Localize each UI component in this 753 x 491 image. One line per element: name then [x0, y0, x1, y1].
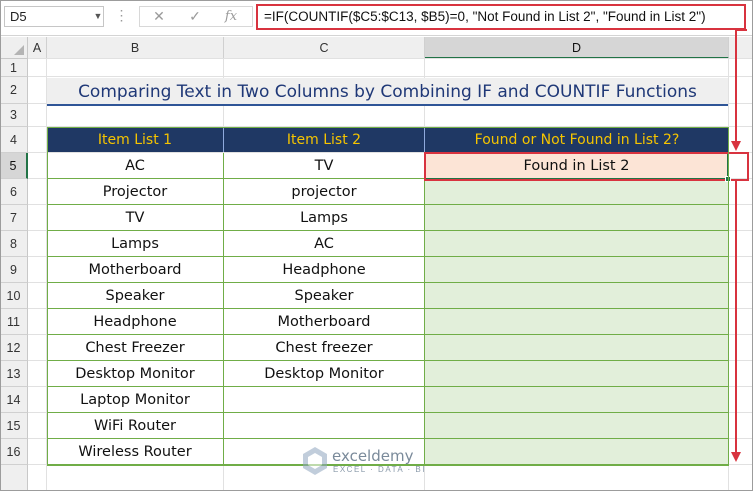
arrow-down-icon [731, 452, 741, 462]
cell-item-list-1[interactable]: TV [47, 205, 224, 231]
autofill-arrow-line [735, 181, 737, 453]
cell-item-list-2[interactable]: projector [224, 179, 425, 205]
name-box[interactable]: D5 [4, 6, 104, 27]
cell-result[interactable] [425, 283, 729, 309]
row-header-9[interactable]: 9 [0, 257, 28, 283]
header-found-status[interactable]: Found or Not Found in List 2? [425, 128, 729, 152]
cell-item-list-2[interactable]: Lamps [224, 205, 425, 231]
cell-item-list-1[interactable]: Motherboard [47, 257, 224, 283]
row-header-5[interactable]: 5 [0, 153, 28, 179]
enter-icon[interactable]: ✓ [180, 7, 210, 26]
cell-result[interactable] [425, 387, 729, 413]
row-header-3[interactable]: 3 [0, 104, 28, 127]
cell-item-list-1[interactable]: WiFi Router [47, 413, 224, 439]
row-header-7[interactable]: 7 [0, 205, 28, 231]
row-header-6[interactable]: 6 [0, 179, 28, 205]
column-header-d[interactable]: D [425, 37, 729, 59]
watermark-name: exceldemy [332, 447, 414, 465]
annotation-arrow-connector [737, 29, 747, 31]
cell-item-list-2[interactable]: Speaker [224, 283, 425, 309]
header-item-list-2[interactable]: Item List 2 [224, 128, 425, 152]
annotation-arrow-line [735, 30, 737, 142]
cell-result[interactable] [425, 309, 729, 335]
header-item-list-1[interactable]: Item List 1 [47, 128, 224, 152]
column-header-e[interactable] [729, 37, 753, 59]
cell-item-list-1[interactable]: AC [47, 153, 224, 179]
cell-item-list-1[interactable]: Lamps [47, 231, 224, 257]
column-header-a[interactable]: A [28, 37, 47, 59]
formula-buttons: ✕ ✓ fx [139, 6, 253, 27]
row-header-2[interactable]: 2 [0, 77, 28, 104]
chevron-down-icon[interactable]: ▼ [92, 6, 104, 27]
row-header-15[interactable]: 15 [0, 413, 28, 439]
fill-handle[interactable] [725, 176, 731, 182]
cell-item-list-1[interactable]: Headphone [47, 309, 224, 335]
row-header-8[interactable]: 8 [0, 231, 28, 257]
row-header-1[interactable]: 1 [0, 59, 28, 77]
cell-item-list-2[interactable] [224, 413, 425, 439]
cell-result[interactable] [425, 231, 729, 257]
formula-input[interactable]: =IF(COUNTIF($C5:$C13, $B5)=0, "Not Found… [256, 4, 746, 30]
insert-function-icon[interactable]: fx [216, 7, 246, 26]
cell-item-list-1[interactable]: Projector [47, 179, 224, 205]
highlight-box [424, 152, 749, 181]
row-header-11[interactable]: 11 [0, 309, 28, 335]
cell-result[interactable] [425, 361, 729, 387]
cell-item-list-2[interactable]: TV [224, 153, 425, 179]
row-header-4[interactable]: 4 [0, 127, 28, 153]
cell-item-list-2[interactable]: Motherboard [224, 309, 425, 335]
cell-item-list-1[interactable]: Wireless Router [47, 439, 224, 465]
exceldemy-logo-icon [303, 447, 327, 475]
watermark-tagline: EXCEL · DATA · BI [333, 465, 426, 474]
cell-item-list-1[interactable]: Laptop Monitor [47, 387, 224, 413]
cell-item-list-2[interactable]: Desktop Monitor [224, 361, 425, 387]
arrow-down-icon [731, 141, 741, 151]
cell-result[interactable] [425, 205, 729, 231]
cell-item-list-1[interactable]: Chest Freezer [47, 335, 224, 361]
row-header-13[interactable]: 13 [0, 361, 28, 387]
cancel-icon[interactable]: ✕ [144, 7, 174, 26]
cell-result[interactable] [425, 335, 729, 361]
cell-item-list-2[interactable]: AC [224, 231, 425, 257]
row-header-14[interactable]: 14 [0, 387, 28, 413]
select-all-icon [14, 45, 24, 55]
cell-item-list-2[interactable]: Headphone [224, 257, 425, 283]
row-header-12[interactable]: 12 [0, 335, 28, 361]
cell-item-list-2[interactable] [224, 387, 425, 413]
cell-result[interactable] [425, 439, 729, 465]
cell-result[interactable] [425, 179, 729, 205]
column-header-c[interactable]: C [224, 37, 425, 59]
more-options-icon[interactable]: ⋮ [111, 5, 131, 27]
sheet-title[interactable]: Comparing Text in Two Columns by Combini… [47, 78, 728, 106]
cell-item-list-1[interactable]: Speaker [47, 283, 224, 309]
cell-result[interactable] [425, 257, 729, 283]
row-header-16[interactable]: 16 [0, 439, 28, 465]
column-header-b[interactable]: B [47, 37, 224, 59]
cell-item-list-2[interactable]: Chest freezer [224, 335, 425, 361]
cell-result[interactable] [425, 413, 729, 439]
cell-item-list-1[interactable]: Desktop Monitor [47, 361, 224, 387]
row-header-10[interactable]: 10 [0, 283, 28, 309]
